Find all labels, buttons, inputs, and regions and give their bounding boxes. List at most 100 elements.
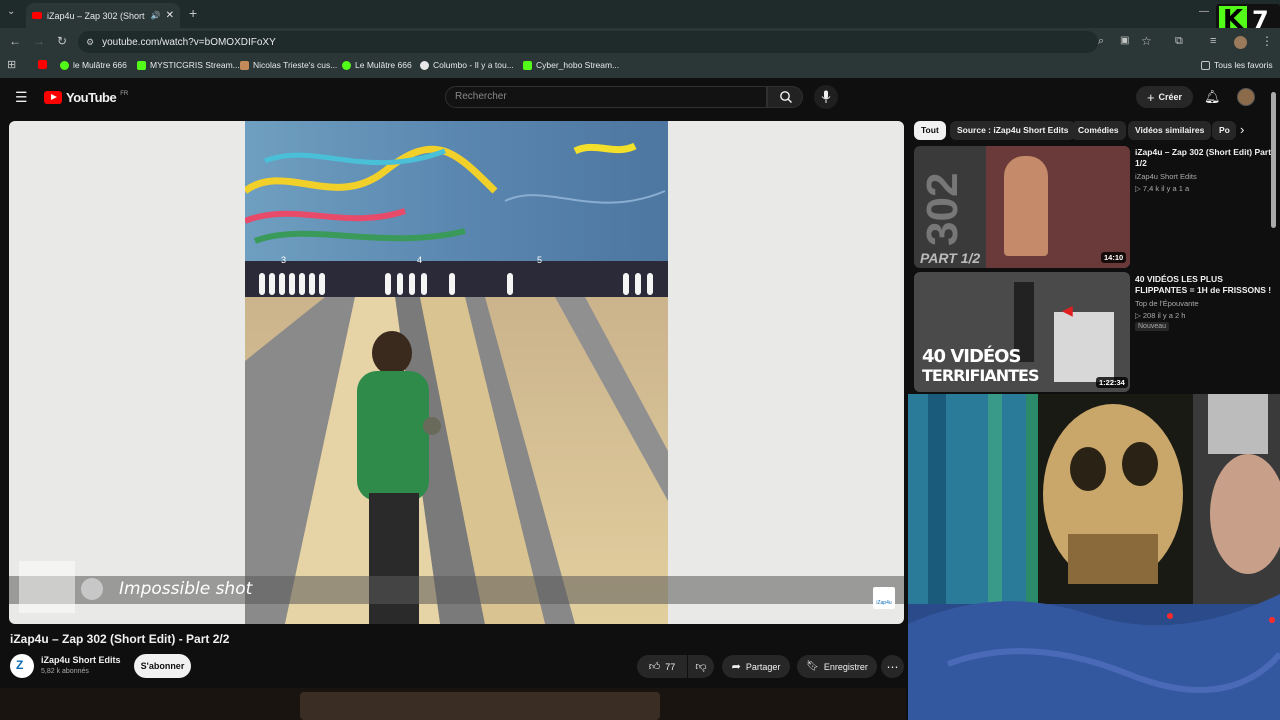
bowling-scene bbox=[245, 121, 668, 624]
profile-avatar[interactable] bbox=[1234, 36, 1247, 49]
rec-channel[interactable]: Top de l'Épouvante bbox=[1135, 299, 1199, 308]
zoom-icon[interactable]: ⌕ bbox=[1098, 35, 1104, 48]
caption-dot-icon bbox=[81, 578, 103, 600]
lane-number: 5 bbox=[537, 255, 543, 265]
rec-channel[interactable]: iZap4u Short Edits bbox=[1135, 172, 1197, 181]
red-arrow-icon: ◀ bbox=[1062, 302, 1073, 318]
bookmark-item[interactable]: Le Mulâtre 666 bbox=[342, 60, 412, 70]
kick-icon bbox=[523, 60, 532, 70]
play-icon bbox=[60, 60, 69, 70]
plus-icon: + bbox=[1146, 89, 1155, 105]
search-button[interactable] bbox=[767, 86, 803, 108]
subscriber-count: 5,82 k abonnés bbox=[41, 668, 89, 675]
channel-avatar[interactable]: Z bbox=[10, 654, 34, 678]
youtube-logo[interactable]: YouTube FR bbox=[44, 90, 128, 105]
minimize-icon[interactable]: — bbox=[1199, 7, 1209, 17]
thumbs-down-icon: 👎︎ bbox=[695, 661, 707, 673]
fox-icon bbox=[240, 60, 249, 70]
chip-source[interactable]: Source : iZap4u Short Edits bbox=[950, 121, 1076, 140]
bookmark-item[interactable]: Columbo - Il y a tou... bbox=[420, 60, 514, 70]
bookmark-item[interactable]: le Mulâtre 666 bbox=[60, 60, 127, 70]
views-icon: ▷ bbox=[1135, 184, 1143, 193]
bookmark-item[interactable]: Cyber_hobo Stream... bbox=[523, 60, 619, 70]
tab-list-icon[interactable]: ⌄ bbox=[7, 7, 15, 17]
search-input[interactable]: Rechercher bbox=[445, 86, 767, 108]
bookmark-star-icon[interactable]: ☆ bbox=[1141, 34, 1152, 48]
play-icon bbox=[342, 60, 351, 70]
url-text: youtube.com/watch?v=bOMOXDIFoXY bbox=[102, 36, 276, 48]
site-info-icon[interactable]: ⚙ bbox=[86, 37, 94, 48]
bookmark-item[interactable]: MYSTICGRIS Stream... bbox=[137, 60, 240, 70]
url-field[interactable]: ⚙ youtube.com/watch?v=bOMOXDIFoXY ⌕ ▣ ☆ bbox=[78, 31, 1152, 53]
rec-thumbnail[interactable]: ◀ 40 VIDÉOS TERRIFIANTES 1:22:34 bbox=[914, 272, 1130, 392]
media-icon[interactable]: ≡ bbox=[1210, 36, 1216, 47]
chip-all[interactable]: Tout bbox=[914, 121, 946, 140]
rec-title[interactable]: 40 VIDÉOS LES PLUS FLIPPANTES = 1H de FR… bbox=[1135, 274, 1275, 296]
more-actions-button[interactable]: ⋯ bbox=[881, 655, 904, 678]
channel-avatar-icon: Z bbox=[16, 658, 24, 672]
youtube-favicon-icon bbox=[32, 12, 42, 19]
share-button[interactable]: ➦ Partager bbox=[722, 655, 790, 678]
youtube-icon bbox=[38, 60, 47, 69]
all-bookmarks[interactable]: Tous les favoris bbox=[1201, 60, 1273, 70]
channel-watermark-logo bbox=[19, 561, 75, 613]
webcam-overlay bbox=[908, 394, 1280, 720]
rec-title[interactable]: iZap4u – Zap 302 (Short Edit) Part 1/2 bbox=[1135, 147, 1275, 169]
browser-tab-bar: ⌄ iZap4u – Zap 302 (Short Edi 🔊 ✕ + — bbox=[0, 0, 1280, 28]
account-avatar[interactable] bbox=[1237, 88, 1255, 106]
share-icon: ➦ bbox=[731, 661, 741, 673]
bookmark-youtube[interactable] bbox=[38, 60, 47, 69]
extensions-icon[interactable]: ⧉ bbox=[1175, 36, 1183, 47]
webcam-scene bbox=[908, 394, 1280, 720]
reload-icon[interactable]: ↻ bbox=[57, 35, 67, 47]
channel-name[interactable]: iZap4u Short Edits bbox=[41, 655, 121, 665]
rec-stats: ▷ 7,4 k il y a 1 a bbox=[1135, 184, 1190, 193]
address-bar-row: ← → ↻ ⚙ youtube.com/watch?v=bOMOXDIFoXY … bbox=[0, 28, 1280, 56]
back-icon[interactable]: ← bbox=[9, 35, 21, 47]
create-button[interactable]: + Créer bbox=[1136, 86, 1193, 108]
browser-tab[interactable]: iZap4u – Zap 302 (Short Edi 🔊 ✕ bbox=[26, 3, 180, 28]
notifications-bell-icon[interactable]: 🔔︎ bbox=[1204, 90, 1221, 103]
rec-thumbnail[interactable]: 302 PART 1/2 14:10 bbox=[914, 146, 1130, 268]
save-button[interactable]: 🔖︎ Enregistrer bbox=[797, 655, 877, 678]
thumb-big-number: 302 bbox=[918, 172, 967, 246]
kick-icon bbox=[137, 60, 146, 70]
speaker-icon[interactable]: 🔊 bbox=[151, 11, 161, 20]
bookmark-icon: 🔖︎ bbox=[806, 661, 819, 672]
youtube-header: ☰ YouTube FR Rechercher + Créer 🔔︎ bbox=[0, 78, 1280, 118]
thumbs-up-icon: 👍︎ bbox=[648, 661, 661, 673]
rec-stats: ▷ 208 il y a 2 h bbox=[1135, 311, 1186, 320]
chip-more[interactable]: Po bbox=[1212, 121, 1236, 140]
duration-badge: 14:10 bbox=[1101, 252, 1127, 263]
thumb-part-label: PART 1/2 bbox=[920, 250, 981, 266]
video-frame: 3 4 5 bbox=[245, 121, 668, 624]
dislike-button[interactable]: 👎︎ bbox=[688, 655, 714, 678]
voice-search-button[interactable] bbox=[814, 85, 838, 109]
menu-icon[interactable]: ⋮ bbox=[1261, 35, 1273, 47]
forward-icon[interactable]: → bbox=[33, 35, 45, 47]
apps-icon[interactable]: ⊞ bbox=[7, 60, 16, 71]
thumb-headline: 40 VIDÉOS bbox=[922, 346, 1021, 367]
chips-next-icon[interactable]: › bbox=[1240, 122, 1244, 137]
chip-similar[interactable]: Vidéos similaires bbox=[1128, 121, 1212, 140]
person-figure bbox=[1004, 156, 1048, 256]
video-player[interactable]: 3 4 5 Impossible shot iZap4u bbox=[9, 121, 904, 624]
like-button[interactable]: 👍︎ 77 bbox=[637, 655, 687, 678]
cast-icon[interactable]: ▣ bbox=[1120, 35, 1129, 46]
bookmarks-bar: ⊞ le Mulâtre 666 MYSTICGRIS Stream... Ni… bbox=[0, 56, 1280, 78]
video-caption: Impossible shot bbox=[119, 579, 253, 599]
new-badge: Nouveau bbox=[1135, 322, 1170, 331]
more-icon: ⋯ bbox=[886, 659, 899, 674]
chip-comedies[interactable]: Comédies bbox=[1071, 121, 1126, 140]
folder-icon bbox=[1201, 60, 1210, 70]
bookmark-item[interactable]: Nicolas Trieste's cus... bbox=[240, 60, 337, 70]
hamburger-menu-icon[interactable]: ☰ bbox=[15, 90, 28, 104]
comments-preview-strip bbox=[0, 688, 906, 720]
video-title: iZap4u – Zap 302 (Short Edit) - Part 2/2 bbox=[10, 632, 230, 646]
new-tab-button[interactable]: + bbox=[189, 6, 197, 20]
tab-close-icon[interactable]: ✕ bbox=[166, 10, 174, 21]
subscribe-button[interactable]: S'abonner bbox=[134, 654, 191, 678]
search-icon bbox=[780, 91, 792, 103]
site-icon bbox=[420, 60, 429, 70]
views-icon: ▷ bbox=[1135, 311, 1143, 320]
